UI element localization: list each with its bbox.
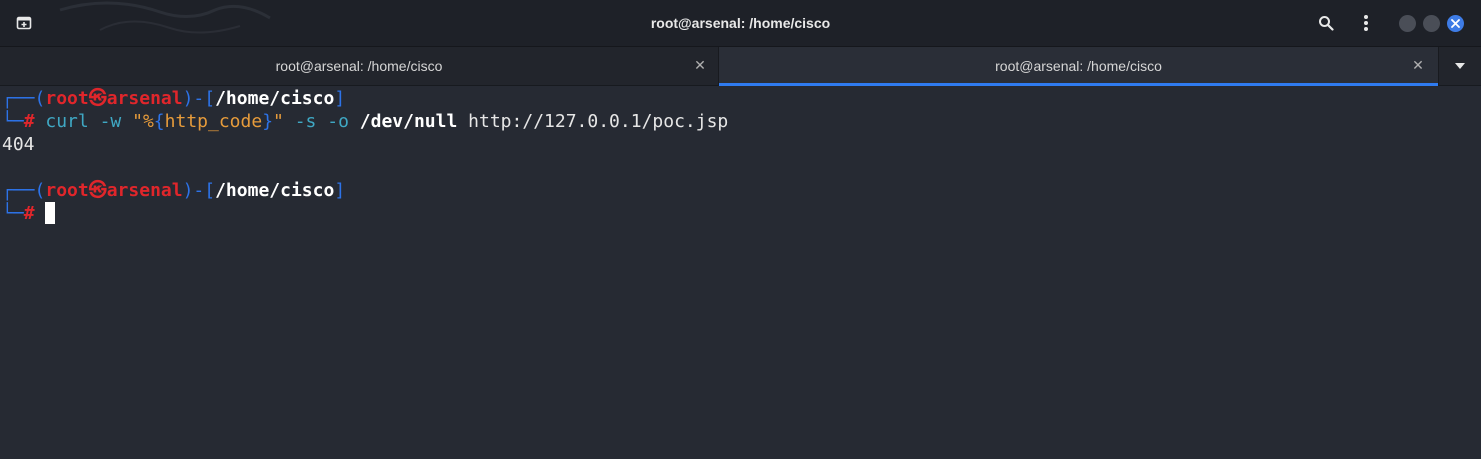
prompt-cwd: /home/cisco [215,88,335,109]
text-cursor [45,202,56,224]
close-icon [1451,19,1460,28]
prompt-corner: └─ [2,111,24,132]
prompt-user: root [45,180,89,201]
minimize-button[interactable] [1399,15,1416,32]
prompt-at-symbol: ㉿ [88,88,107,109]
prompt-hash: # [23,111,35,132]
kebab-menu-icon [1364,15,1368,31]
command-flag: -s [294,111,317,132]
prompt-bracket: )-[ [182,88,216,109]
prompt-bracket: ┌──( [2,180,46,201]
prompt-host: arsenal [106,88,183,109]
command-output: 404 [2,134,35,155]
command-string: " [273,111,284,132]
command-brace: } [262,111,274,132]
prompt-line-top: ┌──(root㉿arsenal)-[/home/cisco] [2,87,345,110]
tab-close-icon[interactable]: ✕ [1411,58,1425,72]
prompt-bracket: ] [334,88,346,109]
search-icon [1319,16,1334,31]
prompt-bracket: )-[ [182,180,216,201]
input-line[interactable]: └─# [2,202,56,225]
prompt-at-symbol: ㉿ [88,180,107,201]
menu-button[interactable] [1356,12,1376,34]
tab-2-active[interactable]: root@arsenal: /home/cisco ✕ [719,47,1438,86]
chevron-down-icon [1455,63,1465,69]
prompt-bracket: ┌──( [2,88,46,109]
command-flag: -o [327,111,349,132]
tab-label: root@arsenal: /home/cisco [995,58,1162,74]
prompt-line-top: ┌──(root㉿arsenal)-[/home/cisco] [2,179,345,202]
command-path: /dev/null [359,111,458,132]
command-variable: http_code [164,111,263,132]
terminal-area[interactable]: ┌──(root㉿arsenal)-[/home/cisco] └─# curl… [0,86,1481,459]
prompt-hash: # [23,203,35,224]
tab-1[interactable]: root@arsenal: /home/cisco ✕ [0,47,719,85]
command-line: └─# curl -w "%{http_code}" -s -o /dev/nu… [2,110,728,133]
tab-bar: root@arsenal: /home/cisco ✕ root@arsenal… [0,47,1481,86]
prompt-cwd: /home/cisco [215,180,335,201]
prompt-user: root [45,88,89,109]
window-title: root@arsenal: /home/cisco [650,15,831,31]
maximize-button[interactable] [1423,15,1440,32]
command-name: curl [45,111,89,132]
tab-label: root@arsenal: /home/cisco [275,58,443,74]
tab-list-dropdown-button[interactable] [1438,47,1481,85]
command-string: "% [132,111,154,132]
title-bar: root@arsenal: /home/cisco [0,0,1481,47]
prompt-bracket: ] [334,180,346,201]
prompt-corner: └─ [2,203,24,224]
tab-close-icon[interactable]: ✕ [693,58,707,72]
close-window-button[interactable] [1447,15,1464,32]
prompt-host: arsenal [106,180,183,201]
search-button[interactable] [1315,12,1337,34]
command-flag: -w [99,111,122,132]
command-url: http://127.0.0.1/poc.jsp [468,111,729,132]
command-brace: { [153,111,165,132]
